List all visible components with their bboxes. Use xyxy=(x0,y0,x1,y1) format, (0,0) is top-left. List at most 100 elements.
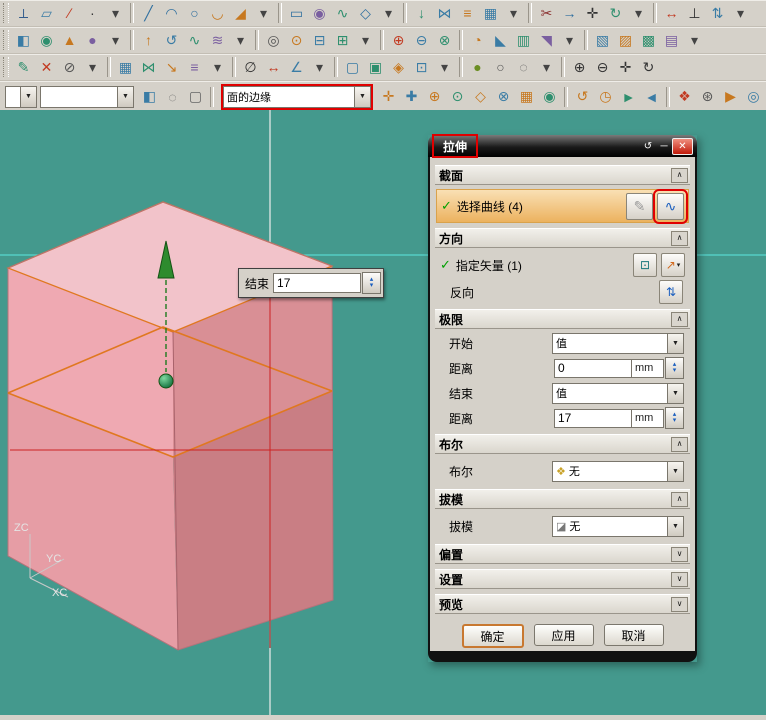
subtract-icon[interactable]: ⊖ xyxy=(410,29,433,51)
chevron-down-icon[interactable]: ∨ xyxy=(671,596,688,612)
draft-group-header[interactable]: 拔模 ∧ xyxy=(435,489,690,509)
draft-combo[interactable]: ◪ 无 ▼ xyxy=(552,515,684,537)
chevron-up-icon[interactable]: ∧ xyxy=(671,230,688,246)
unite-icon[interactable]: ⊕ xyxy=(387,29,410,51)
ok-button[interactable]: 确定 xyxy=(461,624,524,648)
patch-icon[interactable]: ▩ xyxy=(637,29,660,51)
apply-button[interactable]: 应用 xyxy=(533,624,594,646)
pattern-curve-icon[interactable]: ▦ xyxy=(479,2,502,24)
orbit-icon[interactable]: ↻ xyxy=(637,56,660,78)
palette-icon[interactable]: ❖ xyxy=(673,86,696,108)
polygon-icon[interactable]: ◇ xyxy=(354,2,377,24)
reverse-direction-button[interactable]: ⇅ xyxy=(659,280,683,304)
section-group-header[interactable]: 截面 ∧ xyxy=(435,165,690,185)
gear-icon[interactable]: ⊛ xyxy=(696,86,719,108)
start-distance-input[interactable] xyxy=(554,358,632,378)
reset-button[interactable]: ↺ xyxy=(640,139,656,154)
selection-scope-combo[interactable]: ▼ xyxy=(40,85,134,108)
start-limit-combo[interactable]: 值 ▼ xyxy=(552,332,684,354)
rotate-icon[interactable]: ↻ xyxy=(604,2,627,24)
fillet-icon[interactable]: ◡ xyxy=(206,2,229,24)
curve-rule-button[interactable]: ∿ xyxy=(653,188,688,224)
dropdown-arrow-icon[interactable]: ▾ xyxy=(683,29,706,51)
pattern-feature-icon[interactable]: ▦ xyxy=(114,56,137,78)
dropdown-arrow-icon[interactable]: ▾ xyxy=(104,29,127,51)
dropdown-arrow-icon[interactable]: ▾ xyxy=(433,56,456,78)
edit-feature-icon[interactable]: ✎ xyxy=(12,56,35,78)
loft-icon[interactable]: ≋ xyxy=(206,29,229,51)
boolean-combo[interactable]: ❖ 无 ▼ xyxy=(552,460,684,482)
history-icon[interactable]: ↺ xyxy=(571,86,594,108)
toolbar-grip[interactable] xyxy=(3,30,9,50)
fit-view-icon[interactable]: ⊡ xyxy=(410,56,433,78)
pad-icon[interactable]: ⊞ xyxy=(331,29,354,51)
snap-point-icon[interactable]: ✛ xyxy=(377,86,400,108)
chamfer-icon[interactable]: ◢ xyxy=(229,2,252,24)
chevron-down-icon[interactable]: ▼ xyxy=(667,461,683,481)
dropdown-arrow-icon[interactable]: ▾ xyxy=(729,2,752,24)
onscreen-end-spinner[interactable]: ▴ ▾ xyxy=(362,272,382,294)
dropdown-arrow-icon[interactable]: ▾ xyxy=(206,56,229,78)
dashed-circle-icon[interactable]: ◌ xyxy=(161,86,184,108)
vector-dialog-button[interactable]: ⊡ xyxy=(633,253,657,277)
trim-icon[interactable]: ✂ xyxy=(535,2,558,24)
grid-snap-icon[interactable]: ▦ xyxy=(515,86,538,108)
view-iso-icon[interactable]: ◈ xyxy=(387,56,410,78)
angle-icon[interactable]: ∠ xyxy=(285,56,308,78)
preview-group-header[interactable]: 预览 ∨ xyxy=(435,594,690,614)
split-body-icon[interactable]: ▨ xyxy=(614,29,637,51)
offset-face-icon[interactable]: ≡ xyxy=(183,56,206,78)
chevron-up-icon[interactable]: ∧ xyxy=(671,491,688,507)
boss-icon[interactable]: ⊙ xyxy=(285,29,308,51)
dropdown-arrow-icon[interactable]: ▾ xyxy=(627,2,650,24)
minimize-button[interactable]: ─ xyxy=(656,139,672,154)
cone-icon[interactable]: ▲ xyxy=(58,29,81,51)
shaded-icon[interactable]: ● xyxy=(466,56,489,78)
dropdown-arrow-icon[interactable]: ▾ xyxy=(558,29,581,51)
taper-icon[interactable]: ◥ xyxy=(535,29,558,51)
dialog-titlebar[interactable]: 拉伸 ↺ ─ ✕ xyxy=(428,134,697,158)
pocket-icon[interactable]: ⊟ xyxy=(308,29,331,51)
wireframe-icon[interactable]: ○ xyxy=(489,56,512,78)
revolve-icon[interactable]: ↺ xyxy=(160,29,183,51)
chevron-down-icon[interactable]: ▼ xyxy=(667,516,683,536)
mirror-feature-icon[interactable]: ⋈ xyxy=(137,56,160,78)
chevron-down-icon[interactable]: ▼ xyxy=(667,383,683,403)
move-icon[interactable]: ✛ xyxy=(581,2,604,24)
end-limit-combo[interactable]: 值 ▼ xyxy=(552,382,684,404)
rect-icon[interactable]: ▭ xyxy=(285,2,308,24)
constraint-icon[interactable]: ⊥ xyxy=(683,2,706,24)
scale-body-icon[interactable]: ↘ xyxy=(160,56,183,78)
hole-icon[interactable]: ◎ xyxy=(262,29,285,51)
chevron-down-icon[interactable]: ▼ xyxy=(20,86,36,107)
toolbar-grip[interactable] xyxy=(3,3,9,23)
shell-icon[interactable]: ▥ xyxy=(512,29,535,51)
datum-plane-icon[interactable]: ▱ xyxy=(35,2,58,24)
suppress-icon[interactable]: ⊘ xyxy=(58,56,81,78)
clock-icon[interactable]: ◷ xyxy=(594,86,617,108)
chevron-down-icon[interactable]: ∨ xyxy=(671,546,688,562)
offset-group-header[interactable]: 偏置 ∨ xyxy=(435,544,690,564)
end-distance-spinner[interactable]: ▴ ▾ xyxy=(665,407,684,429)
chevron-down-icon[interactable]: ▼ xyxy=(117,86,133,107)
dropdown-arrow-icon[interactable]: ▾ xyxy=(535,56,558,78)
snap-intersection-icon[interactable]: ⊗ xyxy=(492,86,515,108)
dropdown-arrow-icon[interactable]: ▾ xyxy=(229,29,252,51)
dimension-icon[interactable]: ⇅ xyxy=(706,2,729,24)
toolbar-grip[interactable] xyxy=(3,57,9,77)
arc-icon[interactable]: ◠ xyxy=(160,2,183,24)
boolean-group-header[interactable]: 布尔 ∧ xyxy=(435,434,690,454)
flag-icon[interactable]: ▶ xyxy=(719,86,742,108)
point-icon[interactable]: ∙ xyxy=(81,2,104,24)
onscreen-end-input[interactable] xyxy=(273,273,362,293)
view-top-icon[interactable]: ▣ xyxy=(364,56,387,78)
back-icon[interactable]: ◄ xyxy=(640,86,663,108)
cylinder-icon[interactable]: ◉ xyxy=(35,29,58,51)
edge-chamfer-icon[interactable]: ◣ xyxy=(489,29,512,51)
dropdown-arrow-icon[interactable]: ▾ xyxy=(81,56,104,78)
intersect-icon[interactable]: ⊗ xyxy=(433,29,456,51)
limits-group-header[interactable]: 极限 ∧ xyxy=(435,309,690,329)
sketch-section-button[interactable]: ✎ xyxy=(626,192,653,220)
dropdown-arrow-icon[interactable]: ▾ xyxy=(104,2,127,24)
target-icon[interactable]: ◎ xyxy=(742,86,765,108)
